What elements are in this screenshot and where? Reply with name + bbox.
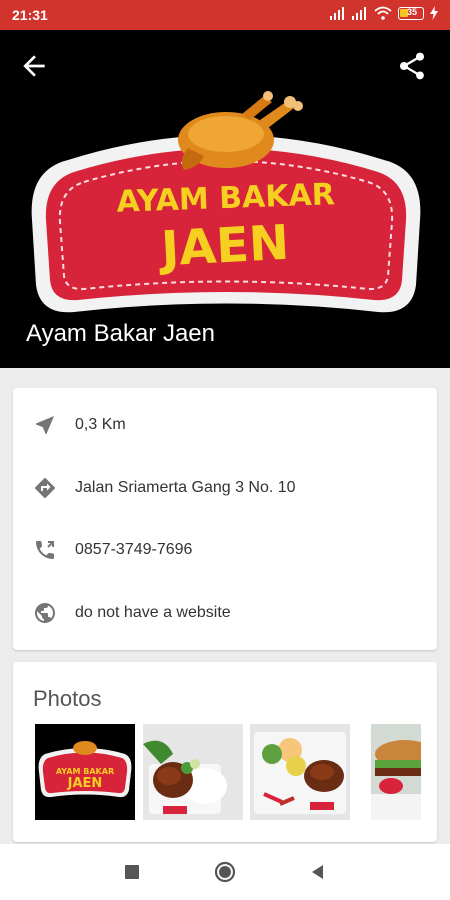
status-bar: 21:31 35: [0, 0, 450, 30]
share-icon: [400, 52, 424, 80]
triangle-back-icon: [312, 865, 323, 879]
charging-icon: [430, 6, 438, 20]
globe-icon: [35, 603, 55, 623]
photo-thumbnail[interactable]: AYAM BAKAR JAEN: [35, 724, 135, 820]
website-row[interactable]: do not have a website: [13, 588, 437, 638]
photos-title: Photos: [33, 686, 102, 711]
photo-thumbnail[interactable]: [371, 724, 421, 820]
thumb-logo: AYAM BAKAR JAEN: [38, 741, 132, 798]
signal-icon: [352, 7, 366, 20]
arrow-back-icon: [23, 55, 45, 77]
header-hero: AYAM BAKAR JAEN Ayam Bakar Jaen: [0, 30, 450, 368]
thumb-logo-line2: JAEN: [67, 776, 103, 791]
website-text: do not have a website: [75, 604, 231, 621]
directions-icon: [35, 477, 56, 498]
battery-level: 35: [407, 6, 418, 17]
navigation-icon: [36, 416, 54, 434]
back-button[interactable]: [18, 50, 50, 82]
logo-text-line2: JAEN: [157, 215, 291, 278]
phone-row[interactable]: 0857-3749-7696: [13, 525, 437, 575]
distance-text: 0,3 Km: [75, 416, 126, 433]
phone-icon: [36, 541, 54, 559]
thumb-logo-line1: AYAM BAKAR: [56, 767, 114, 776]
square-icon: [125, 865, 139, 879]
signal-icon: [330, 7, 344, 20]
address-row[interactable]: Jalan Sriamerta Gang 3 No. 10: [13, 463, 437, 513]
food-photo: [250, 724, 350, 820]
share-button[interactable]: [396, 50, 428, 82]
home-button[interactable]: [213, 860, 237, 884]
address-text: Jalan Sriamerta Gang 3 No. 10: [75, 479, 296, 496]
status-icons: 35: [330, 6, 438, 20]
place-title: Ayam Bakar Jaen: [26, 320, 215, 347]
recents-button[interactable]: [120, 860, 144, 884]
battery-icon: 35: [398, 6, 424, 20]
place-info-card: 0,3 Km Jalan Sriamerta Gang 3 No. 10 085…: [13, 388, 437, 650]
food-photo: [143, 724, 243, 820]
photo-thumbnail[interactable]: [250, 724, 350, 820]
phone-text: 0857-3749-7696: [75, 541, 193, 558]
photo-thumbnail[interactable]: [143, 724, 243, 820]
status-time: 21:31: [12, 7, 48, 23]
food-photo: [371, 724, 421, 820]
wifi-icon: [374, 6, 392, 20]
restaurant-logo: AYAM BAKAR JAEN: [31, 91, 421, 313]
photos-card: Photos AYAM BAKAR JAEN: [13, 662, 437, 842]
distance-row: 0,3 Km: [13, 400, 437, 450]
back-nav-button[interactable]: [306, 860, 330, 884]
system-nav-bar: [0, 844, 450, 900]
circle-icon: [214, 861, 236, 883]
